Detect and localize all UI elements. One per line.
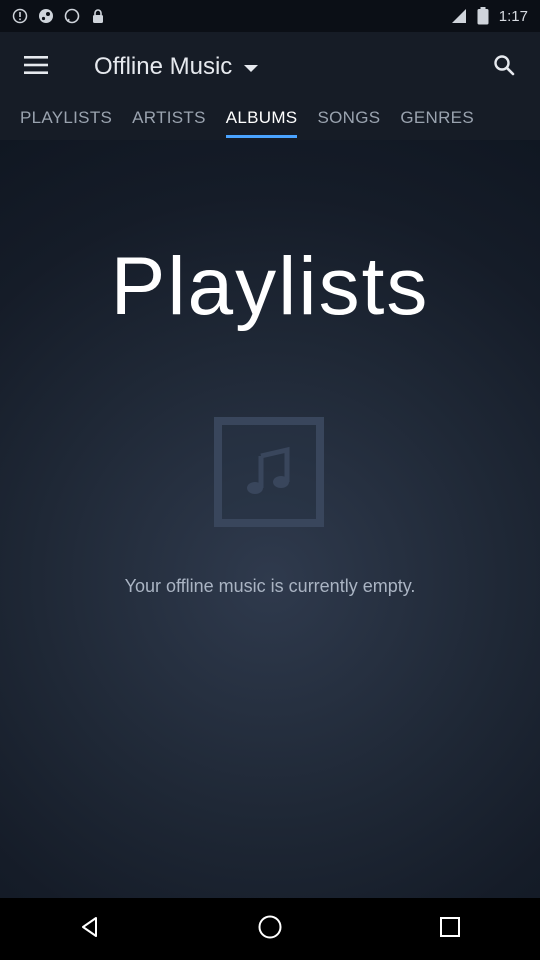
recents-icon [439, 916, 461, 943]
music-note-icon [214, 417, 324, 527]
recents-button[interactable] [410, 901, 490, 957]
main-content: Playlists Your offline music is currentl… [0, 140, 540, 898]
back-button[interactable] [50, 901, 130, 957]
search-icon [493, 54, 515, 81]
back-icon [78, 915, 102, 944]
chevron-down-icon [244, 64, 259, 72]
status-bar: 1:17 [0, 0, 540, 32]
empty-state-message: Your offline music is currently empty. [124, 576, 416, 596]
home-icon [257, 914, 283, 945]
signal-strength-icon [451, 8, 467, 24]
app-title: Offline Music [94, 53, 233, 80]
battery-icon [475, 7, 491, 25]
menu-icon [24, 55, 48, 79]
status-time: 1:17 [498, 7, 528, 25]
app-bar: Offline Music [0, 32, 540, 102]
tab-albums[interactable]: ALBUMS [216, 102, 308, 140]
title-dropdown[interactable]: Offline Music [94, 53, 259, 81]
home-button[interactable] [230, 901, 310, 957]
tab-songs[interactable]: SONGS [307, 102, 390, 140]
tab-artists[interactable]: ARTISTS [122, 102, 216, 140]
whatsapp-icon [64, 8, 80, 24]
system-nav-bar [0, 898, 540, 960]
tab-playlists[interactable]: PLAYLISTS [10, 102, 122, 140]
search-button[interactable] [482, 45, 526, 89]
menu-button[interactable] [0, 32, 72, 102]
tab-genres[interactable]: GENRES [390, 102, 484, 140]
tab-bar: PLAYLISTS ARTISTS ALBUMS SONGS GENRES [0, 102, 540, 140]
signal-icon [12, 8, 28, 24]
page-heading: Playlists [110, 241, 430, 332]
steam-icon [38, 8, 54, 24]
lock-icon [90, 8, 106, 24]
